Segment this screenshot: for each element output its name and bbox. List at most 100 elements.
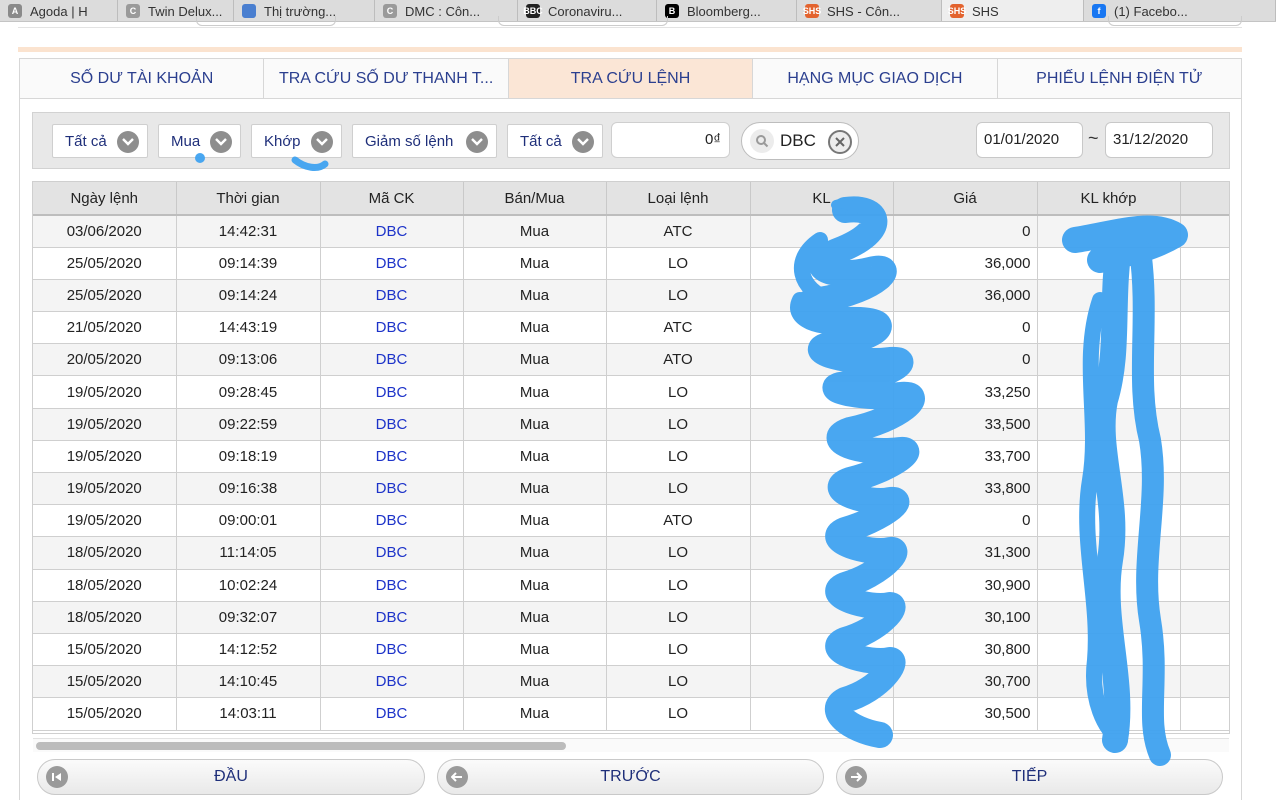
table-row[interactable]: 21/05/2020 14:43:19 DBC Mua ATC 0 (33, 311, 1229, 345)
table-cell: 15/05/2020 (33, 665, 177, 699)
sort-select-value: Giảm số lệnh (365, 132, 454, 150)
table-cell (750, 569, 894, 602)
clear-icon[interactable] (828, 130, 852, 154)
column-header[interactable]: Ngày lệnh (33, 182, 177, 216)
table-cell (750, 343, 894, 377)
symbol-link[interactable]: DBC (320, 215, 464, 248)
symbol-link[interactable]: DBC (320, 375, 464, 409)
table-cell: LO (606, 601, 751, 634)
table-cell: Mua (463, 408, 607, 441)
symbol-link[interactable]: DBC (320, 601, 464, 634)
symbol-link[interactable]: DBC (320, 472, 464, 506)
market-select[interactable]: Tất cả (52, 124, 148, 158)
symbol-link[interactable]: DBC (320, 504, 464, 538)
table-cell (750, 536, 894, 570)
symbol-link[interactable]: DBC (320, 247, 464, 280)
tab-settlement-balance[interactable]: TRA CỨU SỐ DƯ THANH T... (264, 59, 509, 98)
table-row[interactable]: 18/05/2020 11:14:05 DBC Mua LO 31,300 (33, 536, 1229, 570)
table-cell: 09:14:39 (176, 247, 321, 280)
table-row[interactable]: 18/05/2020 09:32:07 DBC Mua LO 30,100 (33, 601, 1229, 634)
table-cell (1180, 343, 1229, 377)
to-date-input[interactable]: 31/12/2020 (1105, 122, 1213, 158)
column-header[interactable]: Thời gian (176, 182, 321, 216)
browser-tab[interactable]: C DMC : Côn... (375, 0, 518, 21)
table-row[interactable]: 25/05/2020 09:14:39 DBC Mua LO 36,000 (33, 247, 1229, 280)
side-select[interactable]: Mua (158, 124, 241, 158)
table-row[interactable]: 03/06/2020 14:42:31 DBC Mua ATC 0 (33, 215, 1229, 248)
chevron-down-icon (311, 131, 333, 153)
table-cell (1180, 440, 1229, 474)
table-cell: 11:14:05 (176, 536, 321, 570)
table-row[interactable]: 19/05/2020 09:00:01 DBC Mua ATO 0 (33, 504, 1229, 538)
tab-electronic-order-slip[interactable]: PHIẾU LỆNH ĐIỆN TỬ (998, 59, 1241, 98)
browser-tab-title: Bloomberg... (687, 3, 761, 19)
symbol-link[interactable]: DBC (320, 408, 464, 441)
table-row[interactable]: 20/05/2020 09:13:06 DBC Mua ATO 0 (33, 343, 1229, 377)
status-select[interactable]: Khớp (251, 124, 342, 158)
browser-tab[interactable]: B Bloomberg... (657, 0, 797, 21)
column-header[interactable]: Mã CK (320, 182, 464, 216)
column-header[interactable]: Loại lệnh (606, 182, 751, 216)
from-date-input[interactable]: 01/01/2020 (976, 122, 1083, 158)
tab-account-balance[interactable]: SỐ DƯ TÀI KHOẢN (20, 59, 265, 98)
column-header[interactable]: Bán/Mua (463, 182, 607, 216)
column-header[interactable]: G (1180, 182, 1229, 216)
table-cell: Mua (463, 343, 607, 377)
browser-tab[interactable]: SHS SHS (942, 0, 1084, 21)
table-row[interactable]: 19/05/2020 09:28:45 DBC Mua LO 33,250 (33, 375, 1229, 409)
order-type-select[interactable]: Tất cả (507, 124, 603, 158)
table-row[interactable]: 18/05/2020 10:02:24 DBC Mua LO 30,900 (33, 569, 1229, 602)
table-cell (1037, 633, 1181, 667)
table-row[interactable]: 15/05/2020 14:12:52 DBC Mua LO 30,800 (33, 633, 1229, 667)
top-control-2[interactable] (498, 16, 668, 26)
table-row[interactable]: 15/05/2020 14:03:11 DBC Mua LO 30,500 (33, 697, 1229, 731)
table-cell (750, 375, 894, 409)
symbol-link[interactable]: DBC (320, 279, 464, 313)
table-cell: Mua (463, 665, 607, 699)
table-cell: Mua (463, 472, 607, 506)
table-cell: 15/05/2020 (33, 633, 177, 667)
browser-tab[interactable]: SHS SHS - Côn... (797, 0, 942, 21)
horizontal-scrollbar[interactable] (33, 738, 1229, 752)
table-cell: ATC (606, 215, 751, 248)
table-cell (750, 697, 894, 731)
table-cell: 19/05/2020 (33, 472, 177, 506)
table-row[interactable]: 15/05/2020 14:10:45 DBC Mua LO 30,700 (33, 665, 1229, 699)
column-header[interactable]: KL khớp (1037, 182, 1181, 216)
table-cell (750, 247, 894, 280)
symbol-link[interactable]: DBC (320, 665, 464, 699)
table-cell (750, 279, 894, 313)
table-cell: 33,500 (893, 408, 1038, 441)
symbol-link[interactable]: DBC (320, 633, 464, 667)
chevron-down-icon (466, 131, 488, 153)
previous-page-button[interactable]: TRƯỚC (437, 759, 824, 795)
column-header[interactable]: Giá (893, 182, 1038, 216)
first-page-button[interactable]: ĐẦU (37, 759, 425, 795)
top-control-3[interactable] (1108, 16, 1242, 26)
tab-order-lookup[interactable]: TRA CỨU LỆNH (508, 59, 754, 98)
symbol-link[interactable]: DBC (320, 311, 464, 345)
tab-transaction-items[interactable]: HẠNG MỤC GIAO DỊCH (753, 59, 998, 98)
table-cell: 18/05/2020 (33, 536, 177, 570)
column-header[interactable]: KL (750, 182, 894, 216)
top-control-1[interactable] (196, 16, 336, 26)
symbol-search[interactable]: DBC (741, 122, 859, 160)
sort-select[interactable]: Giảm số lệnh (352, 124, 497, 158)
symbol-link[interactable]: DBC (320, 569, 464, 602)
table-cell: Mua (463, 247, 607, 280)
table-cell (1180, 375, 1229, 409)
table-row[interactable]: 19/05/2020 09:18:19 DBC Mua LO 33,700 (33, 440, 1229, 474)
browser-tab[interactable]: A Agoda | H (0, 0, 118, 21)
scrollbar-thumb[interactable] (36, 742, 566, 750)
symbol-link[interactable]: DBC (320, 536, 464, 570)
symbol-link[interactable]: DBC (320, 697, 464, 731)
orders-table-container[interactable]: Ngày lệnh Thời gian Mã CK Bán/Mua Loại lệnh K… (32, 181, 1230, 734)
table-row[interactable]: 19/05/2020 09:22:59 DBC Mua LO 33,500 (33, 408, 1229, 441)
symbol-link[interactable]: DBC (320, 343, 464, 377)
amount-input[interactable]: 0₫ (611, 122, 730, 158)
next-page-button[interactable]: TIẾP (836, 759, 1223, 795)
table-row[interactable]: 19/05/2020 09:16:38 DBC Mua LO 33,800 (33, 472, 1229, 506)
table-cell: 30,900 (893, 569, 1038, 602)
symbol-link[interactable]: DBC (320, 440, 464, 474)
table-row[interactable]: 25/05/2020 09:14:24 DBC Mua LO 36,000 (33, 279, 1229, 313)
